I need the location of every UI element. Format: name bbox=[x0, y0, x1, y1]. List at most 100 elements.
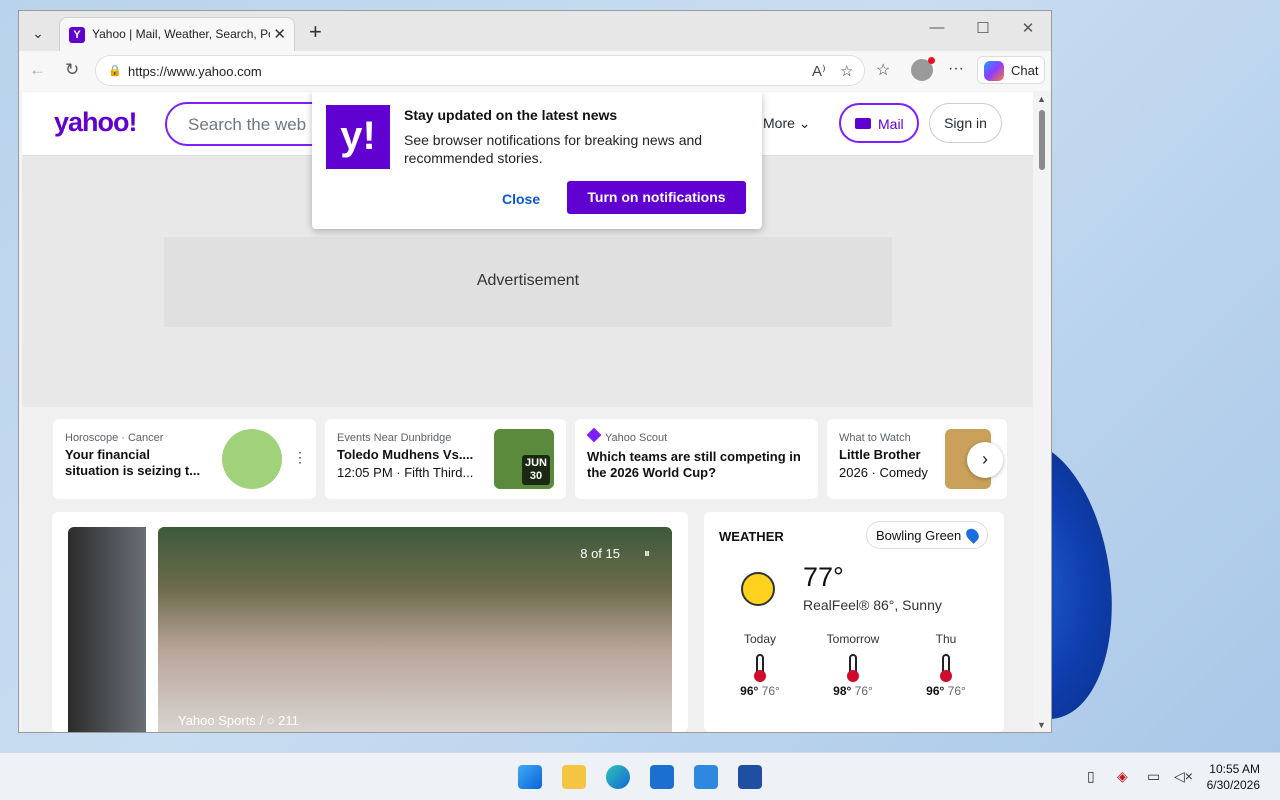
tab-actions-chevron-icon[interactable]: ⌄ bbox=[27, 22, 49, 44]
scroll-thumb[interactable] bbox=[1039, 110, 1045, 170]
vertical-scrollbar[interactable]: ▲ ▼ bbox=[1034, 92, 1051, 732]
more-label: More bbox=[763, 115, 795, 131]
yahoo-favicon-icon: Y bbox=[69, 27, 85, 43]
network-icon[interactable]: ▭ bbox=[1147, 768, 1160, 785]
tab-bar: ⌄ Y Yahoo | Mail, Weather, Search, Poli … bbox=[19, 11, 1051, 51]
address-bar[interactable]: 🔒 https://www.yahoo.com A⁾ ☆ bbox=[95, 55, 865, 86]
kebab-menu-icon[interactable]: ⋮ bbox=[293, 449, 307, 466]
volume-muted-icon[interactable]: ◁× bbox=[1174, 768, 1193, 785]
favorite-star-icon[interactable]: ☆ bbox=[840, 62, 853, 80]
time: 10:55 AM bbox=[1209, 762, 1260, 776]
hero-source: Yahoo Sports / ○ 211 bbox=[178, 713, 299, 728]
forecast-thu[interactable]: Thu 96° 76° bbox=[911, 632, 981, 698]
location-pin-icon bbox=[963, 526, 982, 544]
maximize-icon[interactable]: ☐ bbox=[968, 19, 998, 37]
address-toolbar: ← ↻ 🔒 https://www.yahoo.com A⁾ ☆ ☆ ··· C… bbox=[19, 51, 1051, 91]
prompt-body: See browser notifications for breaking n… bbox=[404, 132, 703, 166]
card-kicker: What to Watch bbox=[839, 432, 911, 444]
clock[interactable]: 10:55 AM 6/30/2026 bbox=[1196, 761, 1260, 793]
refresh-icon[interactable]: ↻ bbox=[65, 60, 79, 80]
thermometer-icon bbox=[940, 654, 952, 682]
weather-widget: WEATHER Bowling Green 77° RealFeel® 86°,… bbox=[704, 512, 1004, 732]
content-area: Horoscope · Cancer Your financial situat… bbox=[22, 407, 1033, 732]
usb-icon[interactable]: ▯ bbox=[1087, 768, 1095, 785]
weather-heading: WEATHER bbox=[719, 529, 784, 544]
chat-label: Chat bbox=[1011, 63, 1039, 78]
start-windows-icon[interactable] bbox=[518, 765, 542, 789]
mail-icon bbox=[855, 118, 871, 129]
sign-in-button[interactable]: Sign in bbox=[929, 103, 1002, 143]
forecast-low: 76° bbox=[854, 684, 873, 698]
url-text[interactable]: https://www.yahoo.com bbox=[128, 64, 262, 79]
previous-slide-image[interactable] bbox=[68, 527, 146, 732]
horoscope-card[interactable]: Horoscope · Cancer Your financial situat… bbox=[53, 419, 316, 499]
store-icon[interactable] bbox=[650, 765, 674, 789]
taskbar: ▯ ◈ ▭ ◁× 10:55 AM 6/30/2026 bbox=[0, 752, 1280, 800]
file-explorer-icon[interactable] bbox=[562, 765, 586, 789]
badge-month: JUN bbox=[524, 457, 547, 469]
card-kicker: Horoscope · Cancer bbox=[65, 432, 164, 444]
outlook-icon[interactable] bbox=[694, 765, 718, 789]
tab-close-icon[interactable]: ✕ bbox=[273, 25, 286, 43]
copilot-icon bbox=[984, 61, 1004, 81]
notification-prompt: y! Stay updated on the latest news See b… bbox=[312, 92, 762, 229]
advertisement[interactable]: Advertisement bbox=[164, 237, 892, 327]
mail-button[interactable]: Mail bbox=[839, 103, 919, 143]
forecast-low: 76° bbox=[947, 684, 966, 698]
more-menu[interactable]: More ⌄ bbox=[763, 115, 811, 132]
ad-label: Advertisement bbox=[476, 272, 580, 289]
browser-window: ⌄ Y Yahoo | Mail, Weather, Search, Poli … bbox=[18, 10, 1052, 733]
card-kicker: Yahoo Scout bbox=[605, 432, 668, 444]
card-title: Toledo Mudhens Vs.... bbox=[337, 447, 474, 462]
prompt-close-button[interactable]: Close bbox=[502, 191, 540, 207]
turn-on-notifications-button[interactable]: Turn on notifications bbox=[567, 181, 746, 214]
more-options-icon[interactable]: ··· bbox=[948, 60, 964, 78]
close-window-icon[interactable]: ✕ bbox=[1013, 19, 1043, 37]
date: 6/30/2026 bbox=[1206, 778, 1260, 792]
new-tab-icon[interactable]: + bbox=[309, 19, 322, 45]
hero-slideshow[interactable]: 8 of 15 ⏸ Yahoo Sports / ○ 211 bbox=[52, 512, 688, 732]
profile-avatar[interactable] bbox=[911, 57, 935, 81]
card-subtitle: 12:05 PM · Fifth Third... bbox=[337, 465, 474, 480]
scroll-up-icon[interactable]: ▲ bbox=[1037, 94, 1046, 104]
security-icon[interactable]: ◈ bbox=[1117, 768, 1128, 785]
current-temp: 77° bbox=[803, 562, 844, 592]
edge-browser-icon[interactable] bbox=[606, 765, 630, 789]
mail-label: Mail bbox=[878, 116, 904, 132]
event-card[interactable]: Events Near Dunbridge Toledo Mudhens Vs.… bbox=[325, 419, 566, 499]
forecast-high: 98° bbox=[833, 684, 852, 698]
scroll-down-icon[interactable]: ▼ bbox=[1037, 720, 1046, 730]
forecast-today[interactable]: Today 96° 76° bbox=[725, 632, 795, 698]
cancer-crab-icon bbox=[222, 429, 282, 489]
pause-icon[interactable]: ⏸ bbox=[644, 546, 650, 561]
back-icon[interactable]: ← bbox=[29, 60, 46, 80]
location-button[interactable]: Bowling Green bbox=[866, 521, 988, 549]
forecast-high: 96° bbox=[740, 684, 759, 698]
minimize-icon[interactable]: — bbox=[922, 19, 952, 36]
favorites-icon[interactable]: ☆ bbox=[876, 60, 890, 80]
forecast-low: 76° bbox=[761, 684, 780, 698]
yahoo-logo[interactable]: yahoo! bbox=[54, 107, 138, 138]
scout-card[interactable]: Yahoo Scout Which teams are still compet… bbox=[575, 419, 818, 499]
yahoo-sports-label: Yahoo Sports bbox=[178, 713, 256, 728]
yahoo-scout-icon bbox=[586, 427, 602, 443]
comment-icon: ○ bbox=[266, 713, 275, 728]
copilot-chat-button[interactable]: Chat bbox=[977, 56, 1045, 84]
forecast-day: Today bbox=[743, 632, 777, 646]
lock-icon[interactable]: 🔒 bbox=[108, 64, 122, 77]
carousel-next-icon[interactable]: › bbox=[967, 442, 1003, 478]
tab-yahoo[interactable]: Y Yahoo | Mail, Weather, Search, Poli ✕ bbox=[59, 17, 295, 51]
forecast-day: Tomorrow bbox=[826, 632, 880, 646]
chevron-down-icon: ⌄ bbox=[798, 115, 811, 131]
tab-title: Yahoo | Mail, Weather, Search, Poli bbox=[92, 27, 270, 41]
card-title: Which teams are still competing in the 2… bbox=[587, 449, 801, 480]
location-label: Bowling Green bbox=[876, 528, 962, 543]
read-aloud-icon[interactable]: A⁾ bbox=[812, 62, 826, 80]
powershell-icon[interactable] bbox=[738, 765, 762, 789]
soccer-celebration-image[interactable]: 8 of 15 ⏸ Yahoo Sports / ○ 211 bbox=[158, 527, 672, 732]
yahoo-y-logo-icon: y! bbox=[326, 105, 390, 169]
prompt-title: Stay updated on the latest news bbox=[404, 107, 618, 123]
search-placeholder: Search the web bbox=[188, 115, 307, 134]
forecast-tomorrow[interactable]: Tomorrow 98° 76° bbox=[818, 632, 888, 698]
card-subtitle: 2026 · Comedy bbox=[839, 465, 928, 480]
